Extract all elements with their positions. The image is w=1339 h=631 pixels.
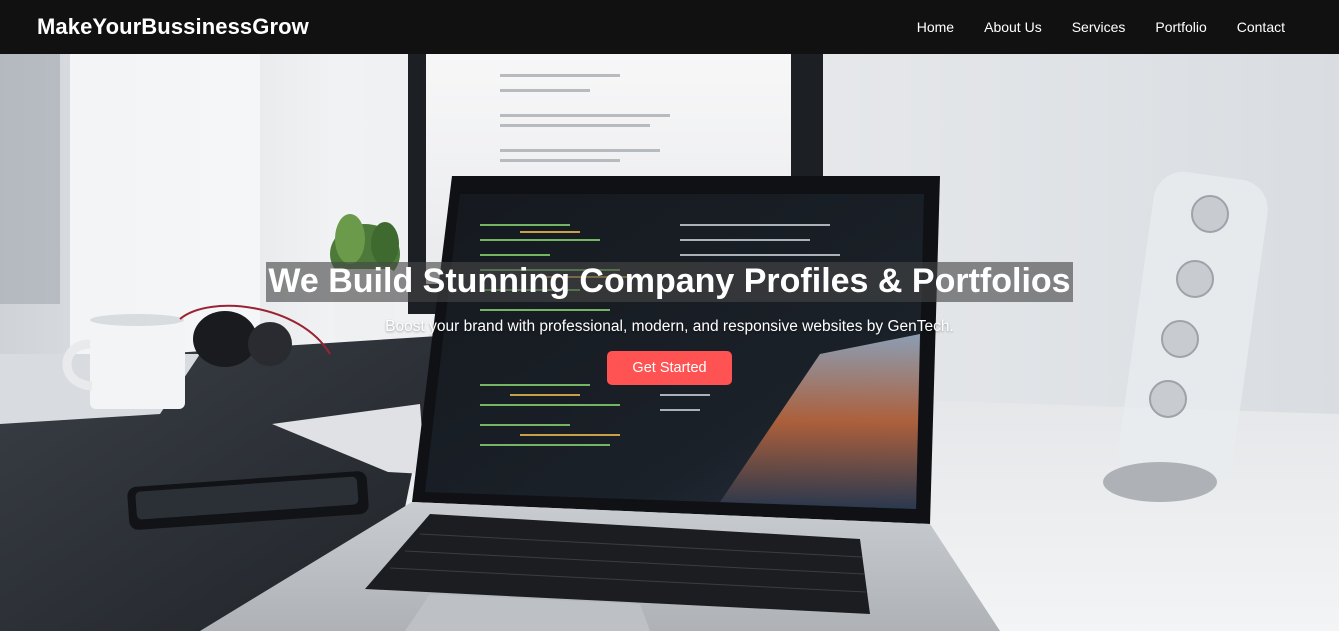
- nav-item-services[interactable]: Services: [1072, 19, 1126, 35]
- hero-title: We Build Stunning Company Profiles & Por…: [266, 262, 1073, 302]
- nav-item-home[interactable]: Home: [917, 19, 954, 35]
- brand-logo[interactable]: MakeYourBussinessGrow: [37, 14, 309, 40]
- navbar: MakeYourBussinessGrow Home About Us Serv…: [0, 0, 1339, 54]
- get-started-button[interactable]: Get Started: [607, 351, 732, 385]
- main-nav: Home About Us Services Portfolio Contact: [917, 19, 1285, 35]
- hero-subtitle: Boost your brand with professional, mode…: [385, 318, 954, 335]
- nav-item-contact[interactable]: Contact: [1237, 19, 1285, 35]
- nav-item-about-us[interactable]: About Us: [984, 19, 1042, 35]
- hero-content: We Build Stunning Company Profiles & Por…: [0, 262, 1339, 385]
- nav-item-portfolio[interactable]: Portfolio: [1155, 19, 1206, 35]
- hero-section: We Build Stunning Company Profiles & Por…: [0, 54, 1339, 631]
